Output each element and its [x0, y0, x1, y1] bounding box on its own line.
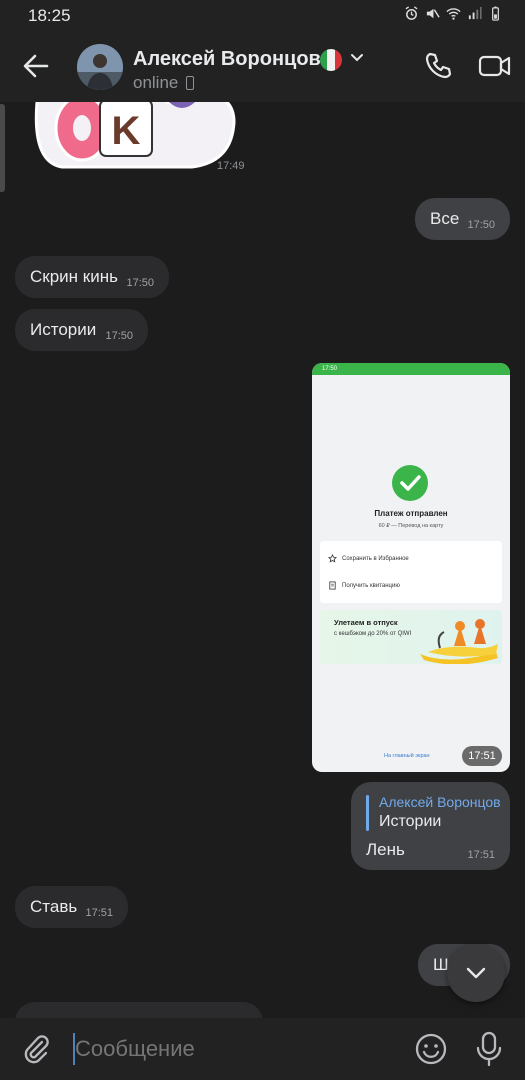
message-bubble-incoming[interactable]: Скрин кинь 17:50	[15, 256, 169, 298]
status-icons	[404, 6, 503, 21]
presence-status: online	[133, 73, 179, 92]
phone-call-icon[interactable]	[422, 50, 454, 82]
photo-time: 17:51	[462, 746, 502, 766]
ok-sticker[interactable]: K	[22, 102, 237, 177]
svg-text:K: K	[112, 109, 141, 153]
battery-icon	[492, 6, 499, 21]
status-bar: 18:25	[0, 0, 525, 30]
message-time: 17:50	[467, 219, 495, 231]
back-arrow-icon[interactable]	[20, 50, 52, 82]
message-text: Скрин кинь	[30, 267, 118, 286]
chevron-down-icon[interactable]	[348, 48, 366, 66]
avatar-photo	[77, 44, 123, 90]
receipt-icon	[329, 581, 336, 590]
success-check-icon	[392, 465, 428, 501]
message-bubble-incoming[interactable]: Ставь 17:51	[15, 886, 128, 928]
message-time: 17:50	[126, 277, 154, 289]
alarm-icon	[405, 6, 418, 20]
emoji-icon[interactable]	[414, 1032, 448, 1066]
message-composer	[0, 1018, 525, 1080]
message-bubble-outgoing[interactable]: Все 17:50	[415, 198, 510, 240]
video-call-icon[interactable]	[477, 50, 513, 82]
promo-text: с кешбэком до 20% от QIWI	[334, 631, 412, 637]
payment-title: Платеж отправлен	[374, 509, 448, 518]
signal-icon	[468, 6, 482, 20]
payment-subtitle: 60 ₽ — Перевод на карту	[378, 523, 444, 529]
status-time: 18:25	[28, 6, 71, 25]
message-bubble-reply[interactable]: Алексей Воронцов Истории Лень 17:51	[351, 782, 510, 870]
message-time: 17:50	[105, 330, 133, 342]
message-time: 17:51	[467, 849, 495, 861]
wifi-icon	[446, 8, 461, 20]
star-icon	[328, 554, 337, 563]
message-text: Все	[430, 209, 460, 228]
message-text: Истории	[30, 320, 97, 339]
payment-actions-card: Сохранить в Избранное Получить квитанцию	[320, 541, 502, 603]
paperclip-icon[interactable]	[20, 1033, 52, 1067]
chevron-down-icon	[466, 967, 486, 979]
scroll-down-button[interactable]	[447, 944, 505, 1002]
message-list[interactable]: K 17:49 Все 17:50 Скрин кинь 17:50 Истор…	[0, 102, 525, 1018]
message-time: 17:51	[85, 907, 113, 919]
payment-action-receipt: Получить квитанцию	[342, 583, 400, 589]
message-input[interactable]	[75, 1036, 395, 1062]
chat-header: Алексей Воронцов online	[0, 30, 525, 102]
italy-flag-icon	[320, 49, 342, 71]
scroll-indicator	[0, 104, 5, 192]
microphone-icon[interactable]	[474, 1030, 504, 1068]
photo-status-bar: 17:50	[312, 363, 510, 375]
reply-quote: Истории	[379, 813, 442, 830]
photo-attachment[interactable]: 17:50 Платеж отправлен 60 ₽ — Перевод на…	[312, 363, 510, 772]
message-bubble-incoming[interactable]: Истории 17:50	[15, 309, 148, 351]
payment-action-favorite: Сохранить в Избранное	[342, 556, 409, 562]
home-screen-link: На главный экран	[384, 753, 430, 759]
message-text: Ставь	[30, 897, 78, 916]
banana-plane-illustration	[420, 619, 498, 664]
mobile-device-icon	[186, 76, 194, 90]
promo-title: Улетаем в отпуск	[334, 618, 398, 627]
reply-author: Алексей Воронцов	[379, 794, 501, 810]
mute-icon	[426, 8, 440, 19]
contact-name[interactable]: Алексей Воронцов	[133, 48, 321, 71]
promo-banner: Улетаем в отпуск с кешбэком до 20% от QI…	[320, 610, 502, 664]
message-bubble-incoming[interactable]	[15, 1002, 263, 1018]
message-time: 17:49	[217, 160, 245, 172]
avatar[interactable]	[77, 44, 123, 90]
message-text: Лень	[366, 840, 405, 859]
reply-indicator	[366, 795, 369, 831]
